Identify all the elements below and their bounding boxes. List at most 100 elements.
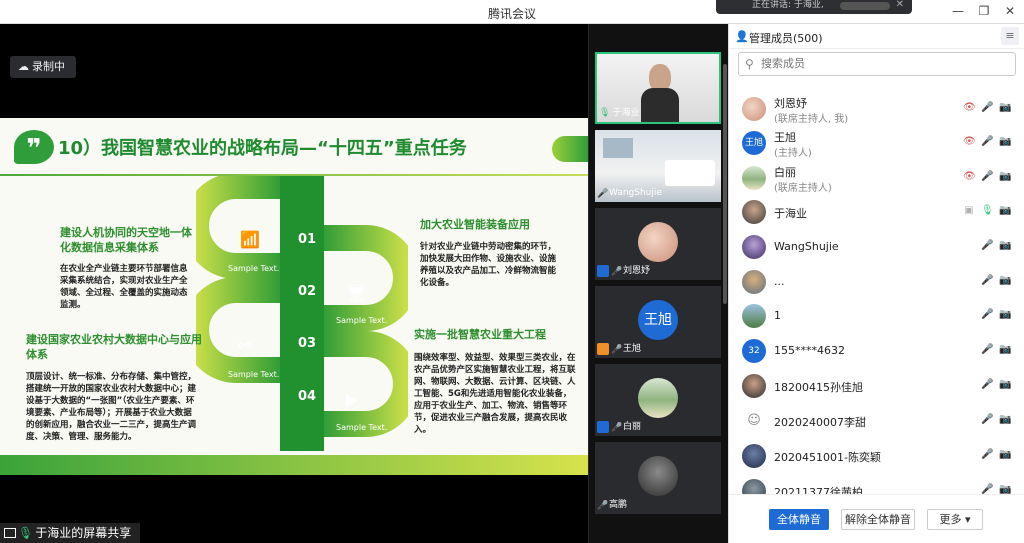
- mic-muted-icon[interactable]: 🎤: [981, 136, 993, 147]
- member-status: 🎤 📷: [981, 275, 1011, 286]
- close-notification-icon[interactable]: ✕: [896, 0, 904, 10]
- member-row[interactable]: 32 155****4632 🎤 📷: [729, 334, 1024, 368]
- video-tile[interactable]: 🎤 白丽: [595, 364, 721, 436]
- loop-1: [196, 176, 284, 279]
- restore-icon[interactable]: ❐: [978, 4, 990, 20]
- sample-text-3: Sample Text.: [228, 370, 280, 379]
- member-name: 白丽: [774, 166, 796, 179]
- member-row[interactable]: 于海业 ▣ 🎙 📷: [729, 195, 1024, 229]
- video-tile-name: 白丽: [623, 422, 642, 432]
- user-icon: [597, 265, 609, 277]
- member-name: 2020451001-陈奕颖: [774, 451, 881, 464]
- room-picture: [603, 138, 633, 158]
- mic-muted-icon[interactable]: 🎤: [981, 379, 993, 390]
- video-tile-name: WangShujie: [609, 188, 662, 198]
- avatar: 王旭: [742, 131, 766, 155]
- eye-icon: 👁: [963, 171, 976, 182]
- camera-off-icon[interactable]: 📷: [999, 275, 1011, 286]
- member-row[interactable]: 刘恩妤 (联席主持人, 我) 👁 🎤 📷: [729, 92, 1024, 126]
- member-status: 🎤 📷: [981, 379, 1011, 390]
- sharer-name: 于海业的屏幕共享: [35, 526, 132, 540]
- camera-off-icon[interactable]: 📷: [999, 484, 1011, 494]
- member-name: 王旭: [774, 131, 796, 144]
- title-bar: 腾讯会议 正在讲话: 于海业, ✕ — ❐ ✕: [0, 0, 1024, 24]
- member-status: ▣ 🎙 📷: [963, 205, 1011, 216]
- mic-muted-icon[interactable]: 🎤: [981, 240, 993, 251]
- recording-indicator[interactable]: ☁ 录制中: [10, 56, 76, 78]
- avatar: 王旭: [638, 300, 678, 340]
- mic-muted-icon[interactable]: 🎤: [981, 171, 993, 182]
- block-4-heading: 实施一批智慧农业重大工程: [414, 328, 546, 341]
- block-2-body: 针对农业产业链中劳动密集的环节，加快发展大田作物、设施农业、设施养殖以及农产品加…: [420, 242, 557, 288]
- camera-off-icon[interactable]: 📷: [999, 171, 1011, 182]
- video-tile[interactable]: 王旭 🎤 王旭: [595, 286, 721, 358]
- video-tile[interactable]: 🎤 高鹏: [595, 442, 721, 514]
- camera-off-icon[interactable]: 📷: [999, 240, 1011, 251]
- mic-muted-icon[interactable]: 🎤: [981, 344, 993, 355]
- speaking-notification: 正在讲话: 于海业, ✕: [716, 0, 912, 14]
- unmute-all-button[interactable]: 解除全体静音: [841, 509, 915, 530]
- mic-muted-icon[interactable]: 🎤: [981, 275, 993, 286]
- member-role: (联席主持人): [774, 183, 832, 194]
- camera-off-icon[interactable]: 📷: [999, 344, 1011, 355]
- mic-muted-icon[interactable]: 🎤: [981, 309, 993, 320]
- mic-muted-icon[interactable]: 🎤: [981, 102, 993, 113]
- camera-off-icon[interactable]: 📷: [999, 449, 1011, 460]
- member-row[interactable]: 1 🎤 📷: [729, 299, 1024, 333]
- members-title: 管理成员(500): [749, 32, 823, 45]
- user-icon: [597, 421, 609, 433]
- member-row[interactable]: ☺ 2020240007李甜 🎤 📷: [729, 404, 1024, 438]
- minimize-icon[interactable]: —: [952, 4, 964, 20]
- avatar: [742, 97, 766, 121]
- block-1-heading: 建设人机协同的天空地一体化数据信息采集体系: [60, 226, 192, 254]
- member-row[interactable]: 20211377徐茜柏 🎤 📷: [729, 474, 1024, 494]
- video-tile[interactable]: 🎙 于海业: [595, 52, 721, 124]
- camera-off-icon[interactable]: 📷: [999, 136, 1011, 147]
- eye-icon: 👁: [963, 102, 976, 113]
- block-1-body: 在农业全产业链主要环节部署信息采集系统结合，实现对农业生产全领域、全过程、全覆盖…: [60, 264, 188, 310]
- video-scrollbar[interactable]: [723, 64, 727, 304]
- video-tile[interactable]: 🎤 WangShujie: [595, 130, 721, 202]
- camera-off-icon[interactable]: 📷: [999, 379, 1011, 390]
- computer-icon: 🖥: [346, 284, 367, 303]
- member-row[interactable]: 2020451001-陈奕颖 🎤 📷: [729, 439, 1024, 473]
- sample-text-1: Sample Text.: [228, 264, 280, 273]
- loop-3: [196, 277, 284, 383]
- member-name: WangShujie: [774, 240, 839, 253]
- camera-off-icon[interactable]: 📷: [999, 309, 1011, 320]
- video-tile[interactable]: 🎤 刘恩妤: [595, 208, 721, 280]
- members-footer: 全体静音 解除全体静音 更多 ▾: [729, 494, 1024, 543]
- mute-all-button[interactable]: 全体静音: [769, 509, 829, 530]
- room-sofa: [665, 160, 715, 186]
- member-search[interactable]: ⚲: [738, 52, 1016, 76]
- member-row[interactable]: 王旭 王旭 (主持人) 👁 🎤 📷: [729, 126, 1024, 160]
- more-button[interactable]: 更多 ▾: [927, 509, 983, 530]
- close-icon[interactable]: ✕: [1004, 4, 1016, 20]
- camera-off-icon[interactable]: 📷: [999, 205, 1011, 216]
- member-status: 🎤 📷: [981, 240, 1011, 251]
- member-row[interactable]: ... 🎤 📷: [729, 265, 1024, 299]
- member-name: 于海业: [774, 207, 807, 220]
- block-4-body: 围绕效率型、效益型、效果型三类农业，在农产品优势产区实施智慧农业工程，将互联网、…: [414, 353, 576, 435]
- mic-on-icon[interactable]: 🎙: [981, 205, 994, 216]
- member-row[interactable]: 白丽 (联席主持人) 👁 🎤 📷: [729, 161, 1024, 195]
- mic-muted-icon: 🎤: [597, 189, 609, 199]
- mic-muted-icon[interactable]: 🎤: [981, 484, 993, 494]
- video-tile-name: 刘恩妤: [623, 266, 651, 276]
- mic-muted-icon: 🎤: [611, 267, 623, 277]
- search-input[interactable]: [761, 57, 1001, 70]
- block-3-body: 顶层设计、统一标准、分布存储、集中管控，搭建统一开放的国家农业农村大数据中心；建…: [26, 372, 197, 442]
- menu-icon[interactable]: ≡: [1001, 27, 1019, 45]
- video-tile-label: 🎤 高鹏: [597, 498, 627, 512]
- camera-off-icon[interactable]: 📷: [999, 414, 1011, 425]
- member-status: 👁 🎤 📷: [963, 171, 1011, 182]
- member-row[interactable]: WangShujie 🎤 📷: [729, 230, 1024, 264]
- member-name: 18200415孙佳旭: [774, 381, 863, 394]
- step-number-4: 04: [298, 389, 317, 404]
- camera-off-icon[interactable]: 📷: [999, 102, 1011, 113]
- screen-share-icon: [4, 528, 16, 538]
- avatar: [742, 374, 766, 398]
- member-row[interactable]: 18200415孙佳旭 🎤 📷: [729, 369, 1024, 403]
- mic-muted-icon[interactable]: 🎤: [981, 449, 993, 460]
- mic-muted-icon[interactable]: 🎤: [981, 414, 993, 425]
